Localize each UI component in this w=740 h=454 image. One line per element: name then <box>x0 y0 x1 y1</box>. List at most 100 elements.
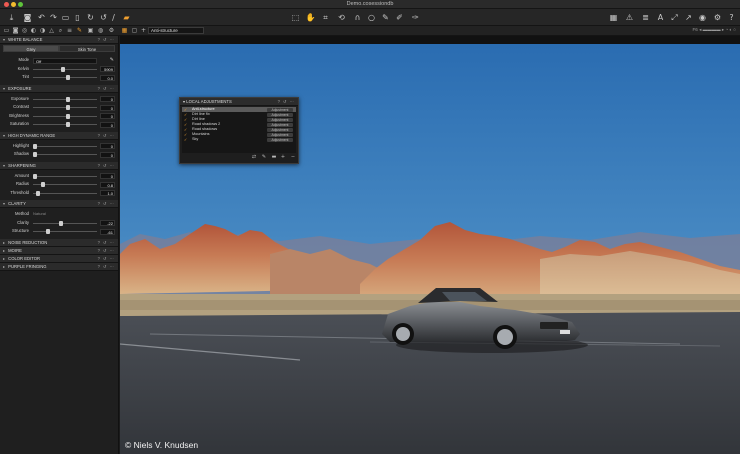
exposure-slider-knob[interactable] <box>66 96 70 102</box>
undo-icon[interactable]: ↶ <box>36 12 47 23</box>
brush-icon[interactable]: ∕ <box>108 12 119 23</box>
rotate-tool-icon[interactable]: ⟲ <box>336 12 347 23</box>
brightness-value[interactable]: 0 <box>100 113 115 119</box>
threshold-value[interactable]: 1.0 <box>100 190 115 196</box>
saturation-slider[interactable] <box>33 124 97 125</box>
keystone-icon[interactable]: ∩ <box>352 12 363 23</box>
color-editor-header[interactable]: ▸ COLOR EDITOR ? ↺ ⋯ <box>0 254 118 263</box>
warning-icon[interactable]: ⚠ <box>624 12 635 23</box>
tab-grey[interactable]: Grey <box>3 45 59 52</box>
shadow-slider[interactable] <box>33 154 97 155</box>
add-layer-icon[interactable]: + <box>279 154 287 161</box>
kelvin-value[interactable]: 5909 <box>100 66 115 72</box>
clarity-slider[interactable] <box>33 222 97 224</box>
gear-icon[interactable]: ⚙ <box>712 12 723 23</box>
sharpening-header[interactable]: ▾ SHARPENING ? ↺ ⋯ <box>0 161 118 170</box>
kelvin-slider[interactable] <box>33 68 97 70</box>
contrast-value[interactable]: 0 <box>100 104 115 111</box>
remove-layer-icon[interactable]: − <box>289 154 297 161</box>
saturation-slider-knob[interactable] <box>66 122 70 127</box>
tool-header-icons[interactable]: ? ↺ ⋯ <box>98 162 115 170</box>
capture-icon[interactable]: ◙ <box>22 12 33 23</box>
local-adjustments-tab-icon[interactable]: ✎ <box>76 27 83 34</box>
help-icon[interactable]: ? <box>726 12 737 23</box>
capture-tab-icon[interactable]: ◙ <box>12 27 19 34</box>
structure-slider-knob[interactable] <box>46 229 50 234</box>
rotate-icon[interactable]: ↻ <box>85 12 96 23</box>
list-item[interactable] <box>182 142 296 147</box>
tool-header-icons[interactable]: ? ↺ ⋯ <box>278 98 295 106</box>
picker-icon[interactable]: ✎ <box>380 12 391 23</box>
structure-slider[interactable] <box>33 231 97 232</box>
tool-header-icons[interactable]: ? ↺ ⋯ <box>98 263 115 271</box>
local-adjustments-header[interactable]: ▾ LOCAL ADJUSTMENTS ? ↺ ⋯ <box>180 98 298 106</box>
clarity-slider-knob[interactable] <box>59 220 63 226</box>
tool-header-icons[interactable]: ? ↺ ⋯ <box>98 132 115 140</box>
folder-icon[interactable]: ▭ <box>60 12 71 23</box>
radius-slider-knob[interactable] <box>41 182 45 187</box>
method-select[interactable]: Natural <box>33 210 46 219</box>
metadata-tab-icon[interactable]: ≡ <box>66 27 73 34</box>
highlight-slider[interactable] <box>33 145 97 147</box>
color-tab-icon[interactable]: ◐ <box>30 27 37 34</box>
brush-icon[interactable]: ✎ <box>260 154 268 161</box>
amount-value[interactable]: 0 <box>100 173 115 179</box>
zoom-control[interactable]: F6 ◂ ▬▬▬▬ ▸ ◔ ◐ ○ <box>693 27 736 35</box>
spot-icon[interactable]: ○ <box>366 12 377 23</box>
list-icon[interactable]: ≣ <box>640 12 651 23</box>
contrast-slider-knob[interactable] <box>66 105 70 110</box>
tint-slider-knob[interactable] <box>66 75 70 80</box>
clarity-value[interactable]: -22 <box>100 220 115 226</box>
exposure-value[interactable]: 0 <box>100 96 115 102</box>
hdr-header[interactable]: ▾ HIGH DYNAMIC RANGE ? ↺ ⋯ <box>0 131 118 140</box>
structure-value[interactable]: -61 <box>100 228 115 235</box>
tool-header-icons[interactable]: ? ↺ ⋯ <box>98 36 115 44</box>
tab-skin-tone[interactable]: Skin Tone <box>59 45 115 52</box>
shadow-slider-knob[interactable] <box>33 152 37 157</box>
layer-options-icon[interactable]: ⇄ <box>250 154 258 161</box>
saturation-value[interactable]: 0 <box>100 121 115 128</box>
single-view-icon[interactable]: ▢ <box>131 27 138 34</box>
exposure-slider[interactable] <box>33 98 97 100</box>
amount-slider-knob[interactable] <box>33 173 37 179</box>
output-tab-icon[interactable]: ▣ <box>87 27 94 34</box>
grid-view-icon[interactable]: ▦ <box>121 27 128 34</box>
pan-icon[interactable]: ✋ <box>305 12 316 23</box>
shadow-value[interactable]: 0 <box>100 151 115 158</box>
batch-tab-icon[interactable]: ◍ <box>97 27 104 34</box>
tool-header-icons[interactable]: ? ↺ ⋯ <box>98 85 115 93</box>
local-adjustments-panel[interactable]: ▾ LOCAL ADJUSTMENTS ? ↺ ⋯ ✓ Anti-structu… <box>179 97 299 164</box>
contrast-slider[interactable] <box>33 107 97 108</box>
highlight-slider-knob[interactable] <box>33 143 37 149</box>
loupe-icon[interactable]: ⤢ <box>669 12 680 23</box>
radius-value[interactable]: 0.8 <box>100 181 115 188</box>
search-icon[interactable]: ⌕ <box>57 27 64 34</box>
purple-fringing-header[interactable]: ▸ PURPLE FRINGING ? ↺ ⋯ <box>0 262 118 271</box>
tool-header-icons[interactable]: ? ↺ ⋯ <box>98 255 115 263</box>
tool-header-icons[interactable]: ? ↺ ⋯ <box>98 200 115 208</box>
text-icon[interactable]: A <box>655 12 666 23</box>
brightness-slider[interactable] <box>33 115 97 117</box>
brightness-slider-knob[interactable] <box>66 113 70 119</box>
tool-header-icons[interactable]: ? ↺ ⋯ <box>98 247 115 255</box>
white-balance-header[interactable]: ▾ WHITE BALANCE ? ↺ ⋯ <box>0 36 118 44</box>
select-icon[interactable]: ⬚ <box>290 12 301 23</box>
redo-icon[interactable]: ↷ <box>48 12 59 23</box>
tint-slider[interactable] <box>33 77 97 78</box>
details-tab-icon[interactable]: △ <box>48 27 55 34</box>
picker-icon[interactable]: ✎ <box>110 57 114 63</box>
grid-icon[interactable]: ▦ <box>608 12 619 23</box>
eraser-icon[interactable]: ✑ <box>410 12 421 23</box>
moire-header[interactable]: ▸ MOIRE ? ↺ ⋯ <box>0 246 118 255</box>
threshold-slider-knob[interactable] <box>36 190 40 196</box>
import-icon[interactable]: ⤓ <box>6 12 17 23</box>
gradient-icon[interactable]: ▬ <box>270 154 278 161</box>
clarity-header[interactable]: ▾ CLARITY ? ↺ ⋯ <box>0 200 118 208</box>
threshold-slider[interactable] <box>33 192 97 194</box>
noise-reduction-header[interactable]: ▸ NOISE REDUCTION ? ↺ ⋯ <box>0 238 118 247</box>
layer-add-icon[interactable]: + <box>140 27 147 34</box>
camera-icon[interactable]: ▰ <box>121 12 132 23</box>
arrow-icon[interactable]: ↗ <box>683 12 694 23</box>
wb-mode-select[interactable]: Off <box>33 57 97 64</box>
amount-slider[interactable] <box>33 175 97 177</box>
